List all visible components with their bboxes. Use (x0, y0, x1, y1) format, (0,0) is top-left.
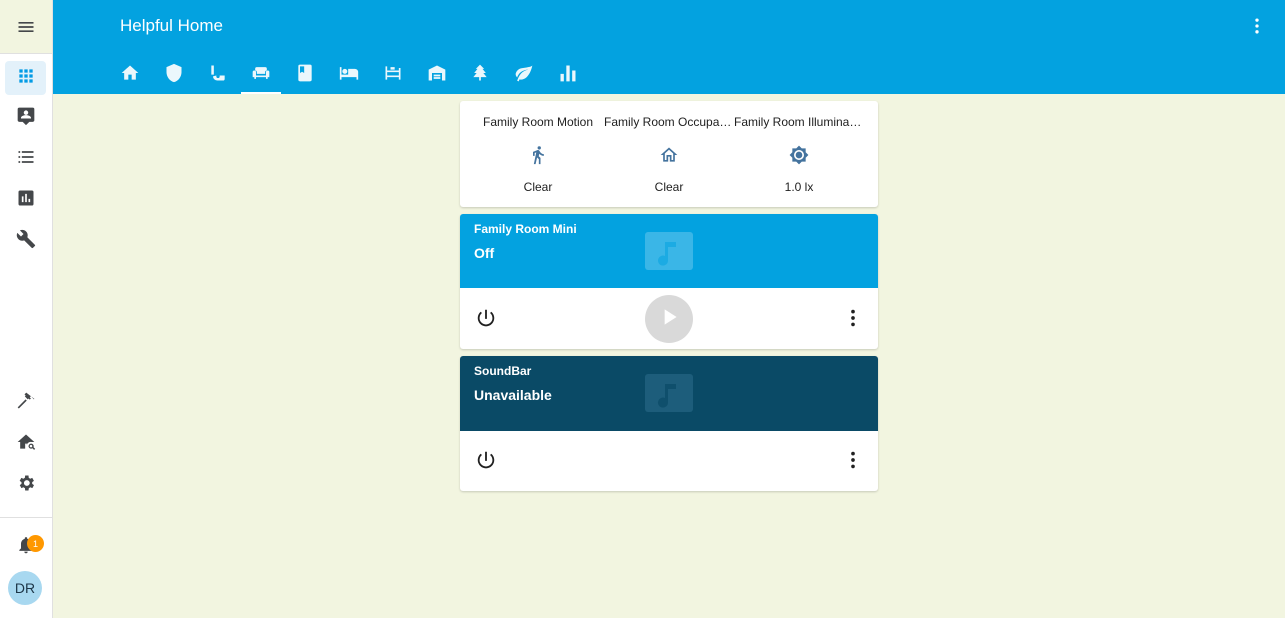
page-title: Helpful Home (120, 16, 223, 35)
tab-home[interactable] (110, 56, 150, 94)
tab-statistics[interactable] (548, 56, 588, 94)
media-name: SoundBar (474, 364, 532, 378)
map-account-icon (16, 106, 36, 131)
walk-icon (528, 145, 548, 165)
chart-box-icon (16, 188, 36, 213)
media-card-soundbar: SoundBar Unavailable (460, 356, 878, 491)
cog-icon (16, 473, 36, 498)
sidebar: 1 DR (0, 0, 53, 618)
leaf-icon (514, 63, 534, 88)
dots-vertical-icon (1247, 18, 1267, 40)
tree-icon (470, 63, 490, 88)
kitchen-icon (208, 63, 228, 88)
sidebar-item-tools[interactable] (5, 224, 46, 258)
glance-item-state: Clear (523, 180, 553, 194)
hammer-icon (16, 391, 36, 416)
sidebar-item-developer-tools[interactable] (5, 386, 46, 420)
dots-vertical-icon (842, 309, 864, 333)
format-list-bulleted-icon (16, 147, 36, 172)
play-button[interactable] (645, 295, 693, 343)
tab-bedroom[interactable] (329, 56, 369, 94)
sidebar-item-history[interactable] (5, 183, 46, 217)
menu-icon[interactable] (16, 17, 36, 37)
bed-small-icon (383, 63, 403, 88)
home-search-icon (16, 432, 36, 457)
glance-item-illuminance[interactable]: Family Room Illuminance 1.0 lx (734, 101, 864, 207)
music-video-icon (643, 372, 695, 414)
glance-item-occupancy[interactable]: Family Room Occupancy Clear (604, 101, 734, 207)
glance-item-state: 1.0 lx (784, 180, 814, 194)
tab-garage[interactable] (417, 56, 457, 94)
glance-card: Family Room Motion Clear Family Room Occ… (460, 101, 878, 207)
tab-family-room[interactable] (241, 56, 281, 94)
tab-energy[interactable] (504, 56, 544, 94)
brightness-icon (789, 145, 809, 165)
dots-vertical-icon (842, 451, 864, 475)
avatar[interactable]: DR (8, 571, 42, 605)
media-more-button[interactable] (842, 449, 866, 473)
media-name: Family Room Mini (474, 222, 577, 236)
tab-guest-room[interactable] (373, 56, 413, 94)
sidebar-divider (0, 517, 53, 518)
sidebar-item-logbook[interactable] (5, 142, 46, 176)
music-video-icon (643, 230, 695, 272)
glance-item-name: Family Room Occupancy (604, 115, 734, 129)
media-card-family-room-mini: Family Room Mini Off (460, 214, 878, 349)
media-state: Unavailable (474, 387, 552, 403)
tab-kitchen[interactable] (198, 56, 238, 94)
app-header: Helpful Home (53, 0, 1285, 94)
power-button[interactable] (475, 307, 499, 331)
sofa-icon (251, 63, 271, 88)
media-header: SoundBar Unavailable (460, 356, 878, 431)
glance-item-name: Family Room Illuminance (734, 115, 864, 129)
home-icon (120, 63, 140, 88)
bed-icon (339, 63, 359, 88)
media-header: Family Room Mini Off (460, 214, 878, 288)
sidebar-item-map[interactable] (5, 101, 46, 135)
sidebar-item-overview[interactable] (5, 61, 46, 95)
view-dashboard-icon (16, 66, 36, 91)
notification-badge: 1 (27, 535, 44, 552)
shield-icon (164, 63, 184, 88)
play-icon (656, 304, 682, 335)
tab-office[interactable] (285, 56, 325, 94)
glance-item-motion[interactable]: Family Room Motion Clear (473, 101, 603, 207)
overflow-menu-button[interactable] (1247, 16, 1267, 36)
sidebar-item-supervisor[interactable] (5, 427, 46, 461)
glance-item-name: Family Room Motion (482, 115, 594, 129)
power-icon (475, 451, 497, 475)
power-button[interactable] (475, 449, 499, 473)
glance-item-state: Clear (654, 180, 684, 194)
wrench-icon (16, 229, 36, 254)
media-state: Off (474, 245, 495, 261)
tab-security[interactable] (154, 56, 194, 94)
sidebar-header (0, 0, 52, 54)
tab-yard[interactable] (460, 56, 500, 94)
sidebar-item-settings[interactable] (5, 468, 46, 502)
book-icon (295, 63, 315, 88)
garage-icon (427, 63, 447, 88)
chart-bar-icon (558, 63, 578, 88)
power-icon (475, 309, 497, 333)
home-outline-icon (659, 145, 679, 165)
media-more-button[interactable] (842, 307, 866, 331)
